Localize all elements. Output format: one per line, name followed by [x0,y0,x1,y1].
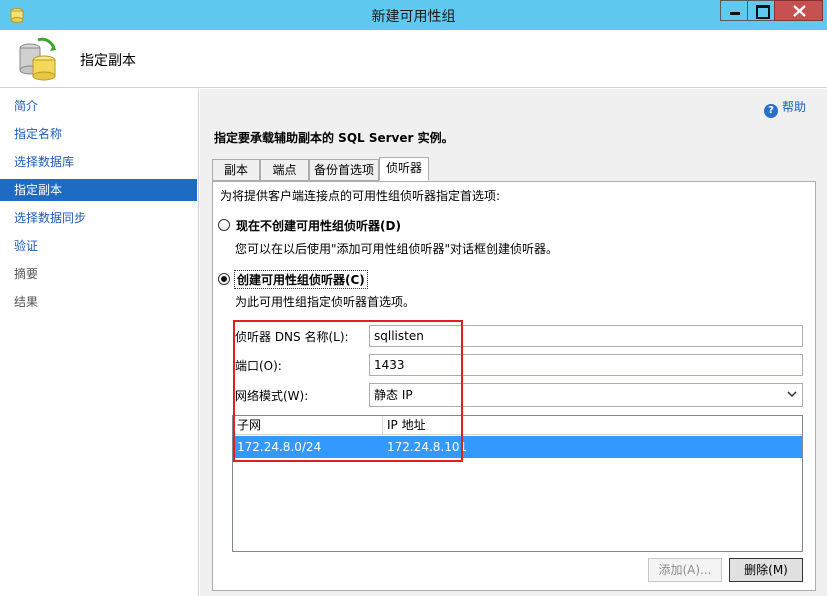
nav-item-validation[interactable]: 验证 [0,235,197,257]
radio-no-listener-label[interactable]: 现在不创建可用性组侦听器(D) [236,217,401,234]
subnet-grid[interactable]: 子网 IP 地址 172.24.8.0/24 172.24.8.101 [232,415,803,552]
create-listener-hint: 为此可用性组指定侦听器首选项。 [235,295,416,309]
tab-listener[interactable]: 侦听器 [379,157,429,181]
tab-endpoints[interactable]: 端点 [260,159,309,181]
add-button[interactable]: 添加(A)... [648,558,722,582]
wizard-nav: 简介 指定名称 选择数据库 指定副本 选择数据同步 验证 摘要 结果 [0,89,199,596]
dns-name-input[interactable]: sqllisten [369,325,803,347]
tab-replicas[interactable]: 副本 [212,159,260,181]
intro-text: 指定要承载辅助副本的 SQL Server 实例。 [214,131,454,145]
cell-subnet: 172.24.8.0/24 [237,440,322,454]
radio-create-listener-label[interactable]: 创建可用性组侦听器(C) [234,270,368,289]
nav-item-data-sync[interactable]: 选择数据同步 [0,207,197,229]
column-subnet[interactable]: 子网 [233,416,383,435]
network-mode-label: 网络模式(W): [235,389,309,403]
help-icon: ? [764,104,778,118]
network-mode-select[interactable]: 静态 IP [369,383,803,407]
panel-description: 为将提供客户端连接点的可用性组侦听器指定首选项: [220,189,501,203]
nav-item-results: 结果 [14,295,39,309]
page-title: 指定副本 [80,53,136,69]
main-content: ? 帮助 指定要承载辅助副本的 SQL Server 实例。 副本 端点 备份首选… [200,89,827,596]
minimize-button[interactable] [720,0,748,21]
help-link[interactable]: ? 帮助 [764,98,806,118]
tab-backup-preferences[interactable]: 备份首选项 [309,159,379,181]
nav-item-replicas[interactable]: 指定副本 [0,179,197,201]
chevron-down-icon [787,391,797,398]
remove-button[interactable]: 删除(M) [729,558,803,582]
port-label: 端口(O): [235,359,282,373]
close-icon [793,5,806,17]
help-label: 帮助 [782,100,807,114]
nav-item-name[interactable]: 指定名称 [0,123,197,145]
grid-header: 子网 IP 地址 [233,416,802,435]
dns-name-label: 侦听器 DNS 名称(L): [235,330,349,344]
nav-item-intro[interactable]: 简介 [0,95,197,117]
listener-panel: 为将提供客户端连接点的可用性组侦听器指定首选项: 现在不创建可用性组侦听器(D)… [212,181,816,591]
nav-item-summary: 摘要 [14,267,39,281]
radio-no-listener[interactable] [218,219,230,231]
network-mode-value: 静态 IP [374,388,413,402]
port-input[interactable]: 1433 [369,354,803,376]
page-header: 指定副本 [0,30,827,88]
window-title: 新建可用性组 [371,9,456,25]
title-bar: 新建可用性组 [0,0,827,30]
radio-create-listener[interactable] [218,273,230,285]
nav-item-databases[interactable]: 选择数据库 [0,151,197,173]
database-replica-icon [19,37,56,81]
close-button[interactable] [774,0,823,21]
no-listener-hint: 您可以在以后使用"添加可用性组侦听器"对话框创建侦听器。 [235,242,559,256]
column-ip-address[interactable]: IP 地址 [383,416,802,435]
maximize-button[interactable] [747,0,775,21]
cell-ip-address: 172.24.8.101 [387,440,468,454]
table-row[interactable]: 172.24.8.0/24 172.24.8.101 [233,436,802,458]
